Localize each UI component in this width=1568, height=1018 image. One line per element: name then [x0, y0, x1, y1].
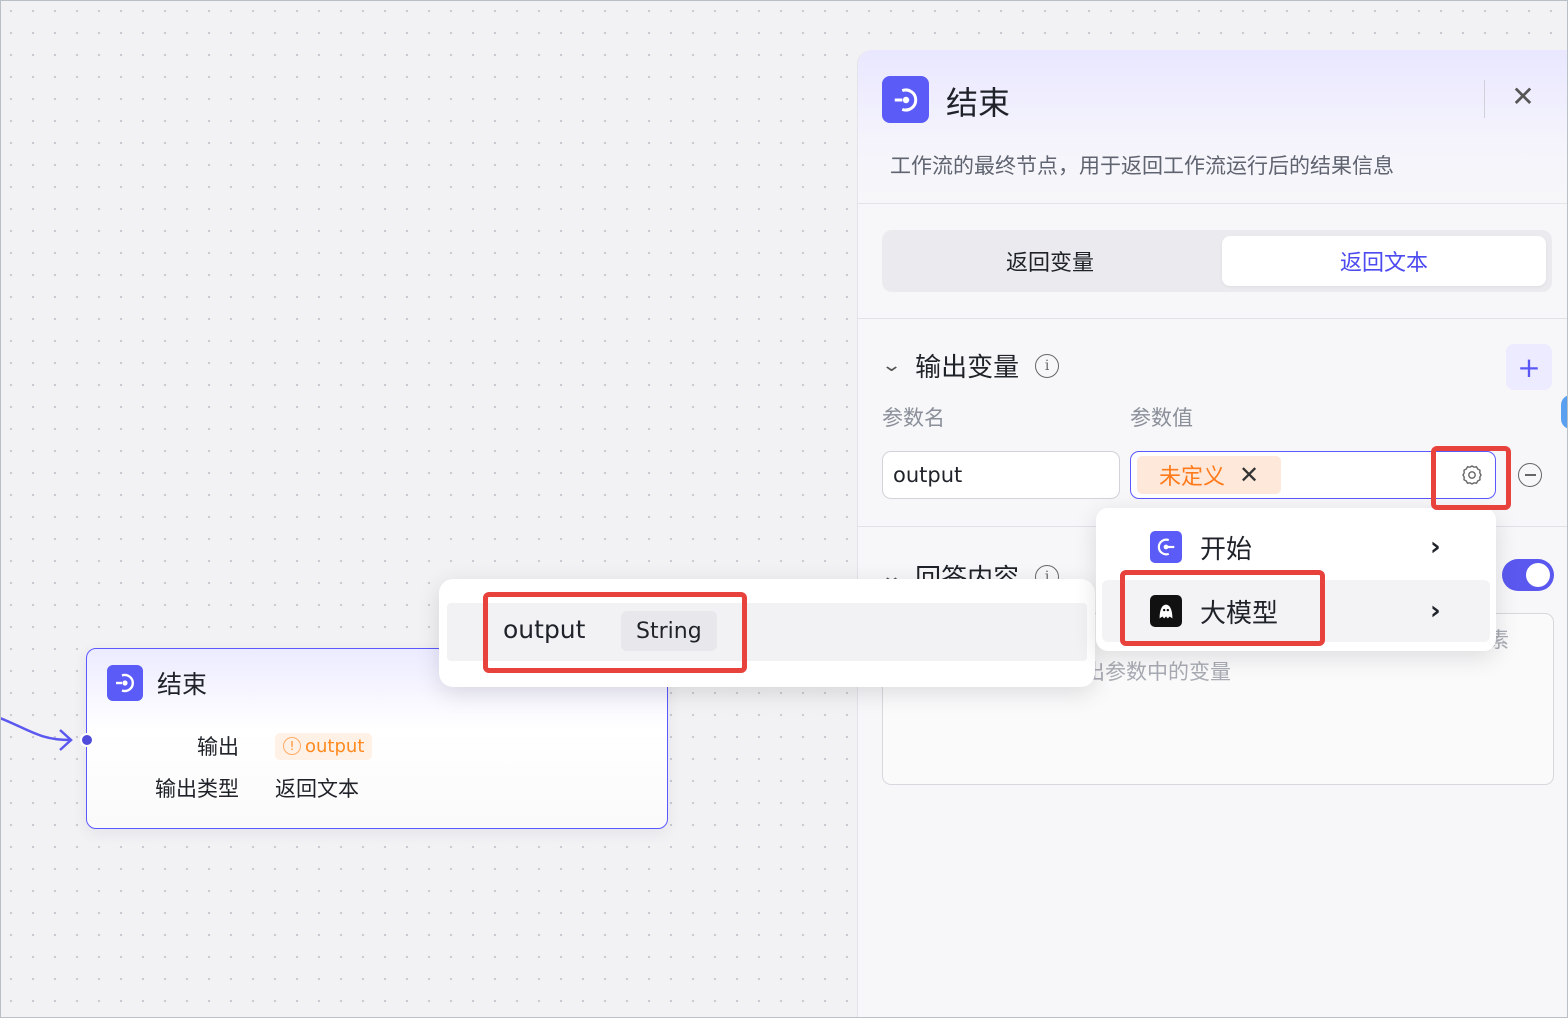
menu-item-llm[interactable]: 大模型 › [1102, 580, 1490, 642]
gear-icon[interactable] [1457, 460, 1487, 490]
node-row-output-type: 输出类型 返回文本 [113, 773, 359, 803]
start-node-icon [1150, 531, 1182, 563]
variable-option-output[interactable]: output String [447, 603, 1087, 661]
close-icon[interactable]: ✕ [1508, 82, 1538, 112]
divider [858, 318, 1568, 319]
end-node-icon [882, 76, 929, 123]
column-label-name: 参数名 [882, 406, 945, 430]
section-title: 输出变量 [915, 353, 1020, 383]
node-title: 结束 [157, 670, 208, 699]
param-value-input[interactable]: 未定义 ✕ [1130, 451, 1496, 499]
panel-header [858, 50, 1568, 204]
node-row-label: 输出 [197, 735, 239, 759]
panel-resize-handle[interactable] [1561, 395, 1568, 429]
info-icon[interactable]: i [1035, 353, 1060, 378]
connection-edge [0, 716, 73, 751]
node-row-output: 输出 ! output [113, 731, 373, 761]
node-header: 结束 [107, 665, 207, 701]
clear-value-icon[interactable]: ✕ [1239, 461, 1259, 489]
undefined-tag-text: 未定义 [1159, 465, 1226, 490]
variable-name: output [503, 615, 586, 644]
chevron-right-icon: › [1430, 596, 1441, 626]
column-label-value: 参数值 [1130, 406, 1193, 430]
variable-type-badge: String [621, 611, 717, 651]
tab-return-variable[interactable]: 返回变量 [888, 236, 1212, 286]
panel-description: 工作流的最终节点，用于返回工作流运行后的结果信息 [890, 154, 1394, 178]
end-node-icon [107, 665, 143, 701]
menu-item-start[interactable]: 开始 › [1102, 516, 1490, 578]
tab-return-text[interactable]: 返回文本 [1222, 236, 1546, 286]
output-tag-text: output [305, 735, 365, 757]
output-warning-tag: ! output [275, 732, 373, 760]
node-row-label: 输出类型 [155, 777, 239, 801]
node-input-port[interactable] [80, 733, 94, 747]
node-row-value: 返回文本 [275, 777, 359, 801]
answer-placeholder: 出参数中的变量 [1084, 660, 1231, 684]
remove-variable-button[interactable] [1518, 463, 1542, 487]
variable-source-menu: 开始 › 大模型 › [1096, 508, 1496, 651]
answer-stream-toggle[interactable] [1502, 559, 1554, 591]
output-variables-header[interactable]: ⌄ 输出变量 i [881, 347, 1060, 384]
header-divider [1484, 80, 1485, 118]
param-name-input[interactable]: output [882, 451, 1120, 499]
menu-item-label: 大模型 [1200, 598, 1279, 629]
variable-submenu: output String [439, 579, 1095, 687]
panel-title: 结束 [946, 84, 1011, 122]
chevron-down-icon[interactable]: ⌄ [881, 355, 902, 376]
chevron-right-icon: › [1430, 532, 1441, 562]
add-variable-button[interactable]: + [1506, 344, 1552, 390]
llm-model-icon [1150, 595, 1182, 627]
warning-icon: ! [283, 737, 301, 755]
menu-item-label: 开始 [1200, 534, 1253, 565]
return-mode-tabs: 返回变量 返回文本 [882, 230, 1552, 292]
undefined-tag: 未定义 ✕ [1137, 456, 1282, 494]
